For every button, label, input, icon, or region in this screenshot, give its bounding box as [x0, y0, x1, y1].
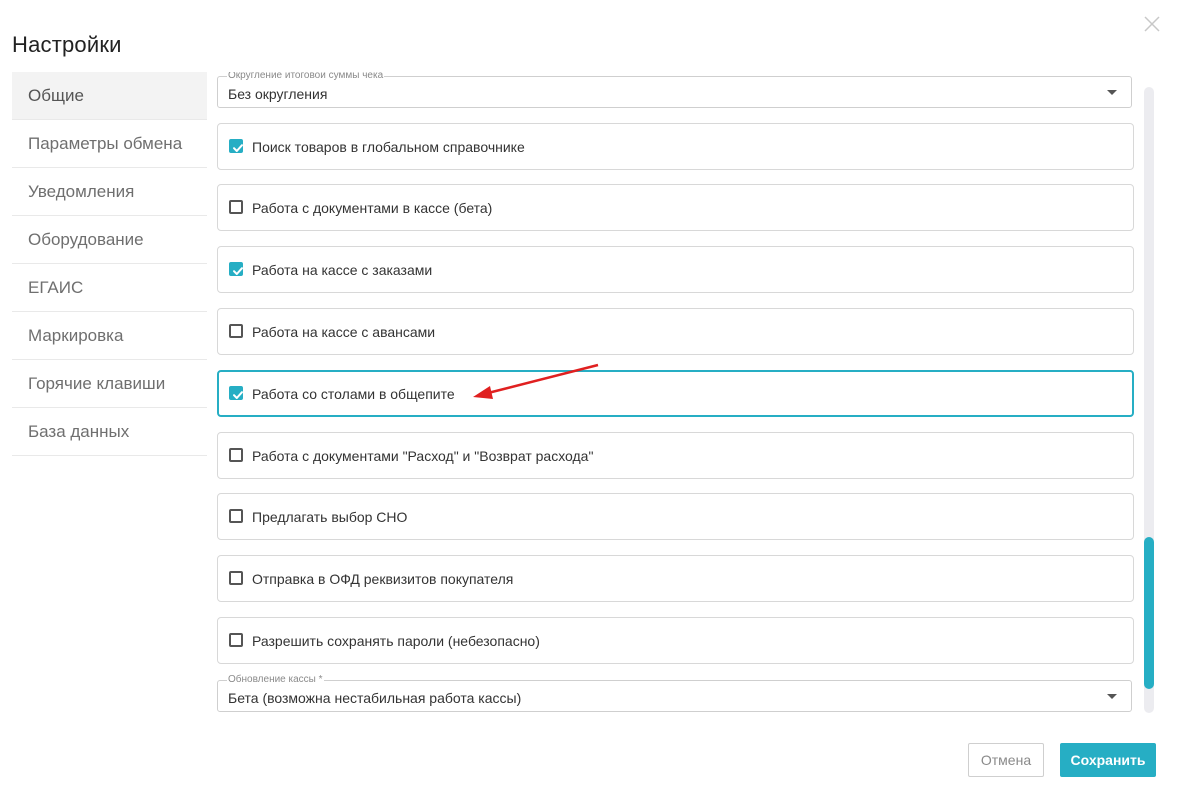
checkbox-icon[interactable] [229, 633, 243, 647]
rounding-select-value: Без округления [228, 86, 328, 102]
chevron-down-icon [1107, 90, 1117, 95]
checkbox-icon[interactable] [229, 324, 243, 338]
sidebar-item-notifications[interactable]: Уведомления [12, 168, 207, 216]
settings-content: Округление итоговой суммы чека Без округ… [217, 72, 1135, 717]
register-update-select-label: Обновление кассы * [227, 674, 324, 685]
option-expense-documents[interactable]: Работа с документами "Расход" и "Возврат… [217, 432, 1134, 479]
option-label: Отправка в ОФД реквизитов покупателя [252, 571, 514, 587]
option-documents-in-register[interactable]: Работа с документами в кассе (бета) [217, 184, 1134, 231]
settings-dialog: Настройки Общие Параметры обмена Уведомл… [0, 0, 1178, 796]
checkbox-icon[interactable] [229, 448, 243, 462]
dialog-title: Настройки [12, 32, 122, 57]
option-offer-sno-choice[interactable]: Предлагать выбор СНО [217, 493, 1134, 540]
option-advances-at-register[interactable]: Работа на кассе с авансами [217, 308, 1134, 355]
checkbox-icon[interactable] [229, 139, 243, 153]
close-button[interactable] [1142, 14, 1162, 34]
option-label: Работа на кассе с заказами [252, 262, 433, 278]
rounding-select[interactable]: Округление итоговой суммы чека Без округ… [217, 72, 1132, 108]
option-allow-save-passwords[interactable]: Разрешить сохранять пароли (небезопасно) [217, 617, 1134, 664]
option-label: Работа с документами в кассе (бета) [252, 200, 493, 216]
checkbox-icon[interactable] [229, 262, 243, 276]
sidebar-item-equipment[interactable]: Оборудование [12, 216, 207, 264]
register-update-select-value: Бета (возможна нестабильная работа кассы… [228, 690, 522, 706]
option-label: Работа с документами "Расход" и "Возврат… [252, 448, 594, 464]
save-button[interactable]: Сохранить [1060, 743, 1156, 777]
scrollbar-thumb[interactable] [1144, 537, 1154, 689]
option-send-buyer-details-ofd[interactable]: Отправка в ОФД реквизитов покупателя [217, 555, 1134, 602]
checkbox-icon[interactable] [229, 386, 243, 400]
option-orders-at-register[interactable]: Работа на кассе с заказами [217, 246, 1134, 293]
option-label: Разрешить сохранять пароли (небезопасно) [252, 633, 540, 649]
sidebar-item-database[interactable]: База данных [12, 408, 207, 456]
scrollbar-track[interactable] [1144, 87, 1154, 713]
sidebar-item-hotkeys[interactable]: Горячие клавиши [12, 360, 207, 408]
checkbox-icon[interactable] [229, 200, 243, 214]
rounding-select-label: Округление итоговой суммы чека [227, 72, 385, 81]
sidebar-item-exchange-params[interactable]: Параметры обмена [12, 120, 207, 168]
checkbox-icon[interactable] [229, 509, 243, 523]
chevron-down-icon [1107, 694, 1117, 699]
sidebar-item-general[interactable]: Общие [12, 72, 207, 120]
close-icon [1144, 16, 1160, 32]
option-restaurant-tables[interactable]: Работа со столами в общепите [217, 370, 1134, 417]
cancel-button[interactable]: Отмена [968, 743, 1044, 777]
option-label: Работа со столами в общепите [252, 386, 455, 402]
sidebar-item-egais[interactable]: ЕГАИС [12, 264, 207, 312]
option-global-catalog-search[interactable]: Поиск товаров в глобальном справочнике [217, 123, 1134, 170]
option-label: Предлагать выбор СНО [252, 509, 408, 525]
sidebar-item-marking[interactable]: Маркировка [12, 312, 207, 360]
option-label: Работа на кассе с авансами [252, 324, 436, 340]
register-update-select[interactable]: Обновление кассы * Бета (возможна нестаб… [217, 674, 1132, 712]
checkbox-icon[interactable] [229, 571, 243, 585]
option-label: Поиск товаров в глобальном справочнике [252, 139, 525, 155]
settings-sidebar: Общие Параметры обмена Уведомления Обору… [12, 72, 207, 456]
